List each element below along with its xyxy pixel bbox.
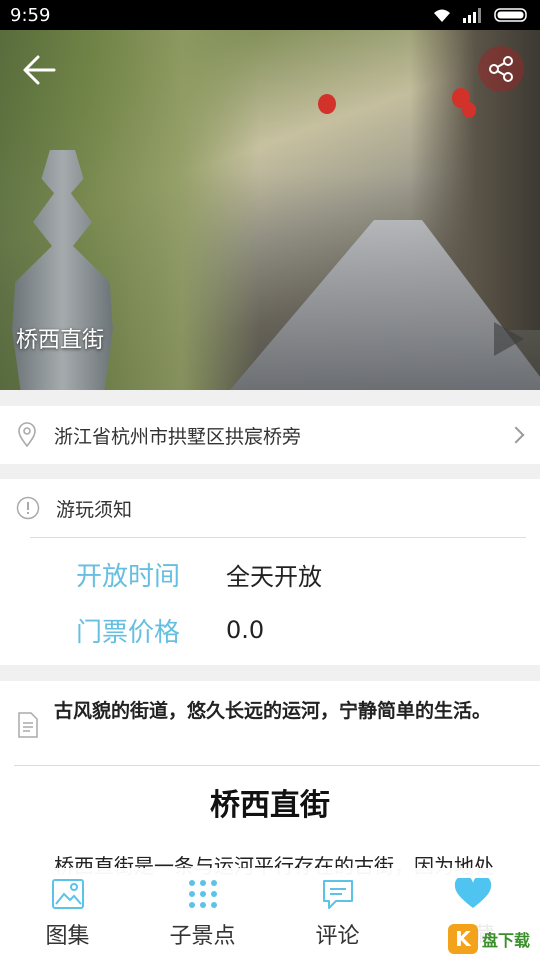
back-arrow-icon[interactable] (18, 48, 62, 92)
tab-sub-spots[interactable]: 子景点 (135, 868, 270, 960)
intro-title: 桥西直街 (210, 788, 330, 823)
watermark-logo: K 盘下载 (443, 922, 534, 956)
signal-icon (463, 8, 481, 23)
tab-label: 图集 (45, 924, 90, 949)
red-lantern-icon (462, 102, 476, 118)
share-button[interactable] (478, 46, 524, 92)
status-icons (432, 7, 530, 23)
sub-spots-icon (188, 880, 217, 908)
chevron-right-icon (507, 426, 525, 444)
address-text: 浙江省杭州市拱墅区拱宸桥旁 (54, 425, 302, 448)
notice-card: 游玩须知 开放时间 全天开放 门票价格 0.0 (0, 479, 540, 665)
hero-image[interactable]: 桥西直街 (0, 30, 540, 390)
gallery-icon (51, 879, 84, 909)
info-value: 全天开放 (226, 562, 322, 591)
tab-label: 评论 (315, 924, 360, 949)
info-value: 0.0 (226, 616, 265, 644)
battery-icon (494, 8, 527, 22)
info-label: 开放时间 (76, 561, 181, 592)
play-icon[interactable] (494, 322, 524, 356)
red-lantern-icon (318, 94, 336, 114)
location-pin-icon (18, 422, 36, 448)
tab-gallery[interactable]: 图集 (0, 868, 135, 960)
comment-icon (322, 880, 353, 909)
tab-comments[interactable]: 评论 (270, 868, 405, 960)
address-row[interactable]: 浙江省杭州市拱墅区拱宸桥旁 (0, 406, 540, 464)
watermark-badge: K (447, 924, 478, 954)
heart-icon (454, 878, 491, 908)
document-icon (18, 712, 38, 738)
status-time: 9:59 (10, 4, 51, 26)
info-row-hours: 开放时间 全天开放 (0, 546, 540, 602)
info-label: 门票价格 (76, 617, 181, 648)
tab-label: 子景点 (169, 924, 236, 949)
wifi-icon (434, 9, 450, 22)
watermark-text: 盘下载 (481, 931, 530, 950)
share-icon (489, 56, 513, 82)
bottom-tab-bar: 图集 子景点 评论 收藏 K 盘下载 (0, 868, 540, 960)
info-row-price: 门票价格 0.0 (0, 602, 540, 658)
hero-title: 桥西直街 (16, 328, 105, 353)
intro-summary: 古风貌的街道，悠久长远的运河，宁静简单的生活。 (54, 700, 492, 722)
divider (14, 765, 540, 766)
notice-header: 游玩须知 (0, 479, 540, 537)
intro-header: 古风貌的街道，悠久长远的运河，宁静简单的生活。 (0, 681, 540, 765)
status-bar: 9:59 (0, 0, 540, 30)
info-circle-icon (16, 496, 40, 520)
notice-title: 游玩须知 (56, 498, 133, 521)
